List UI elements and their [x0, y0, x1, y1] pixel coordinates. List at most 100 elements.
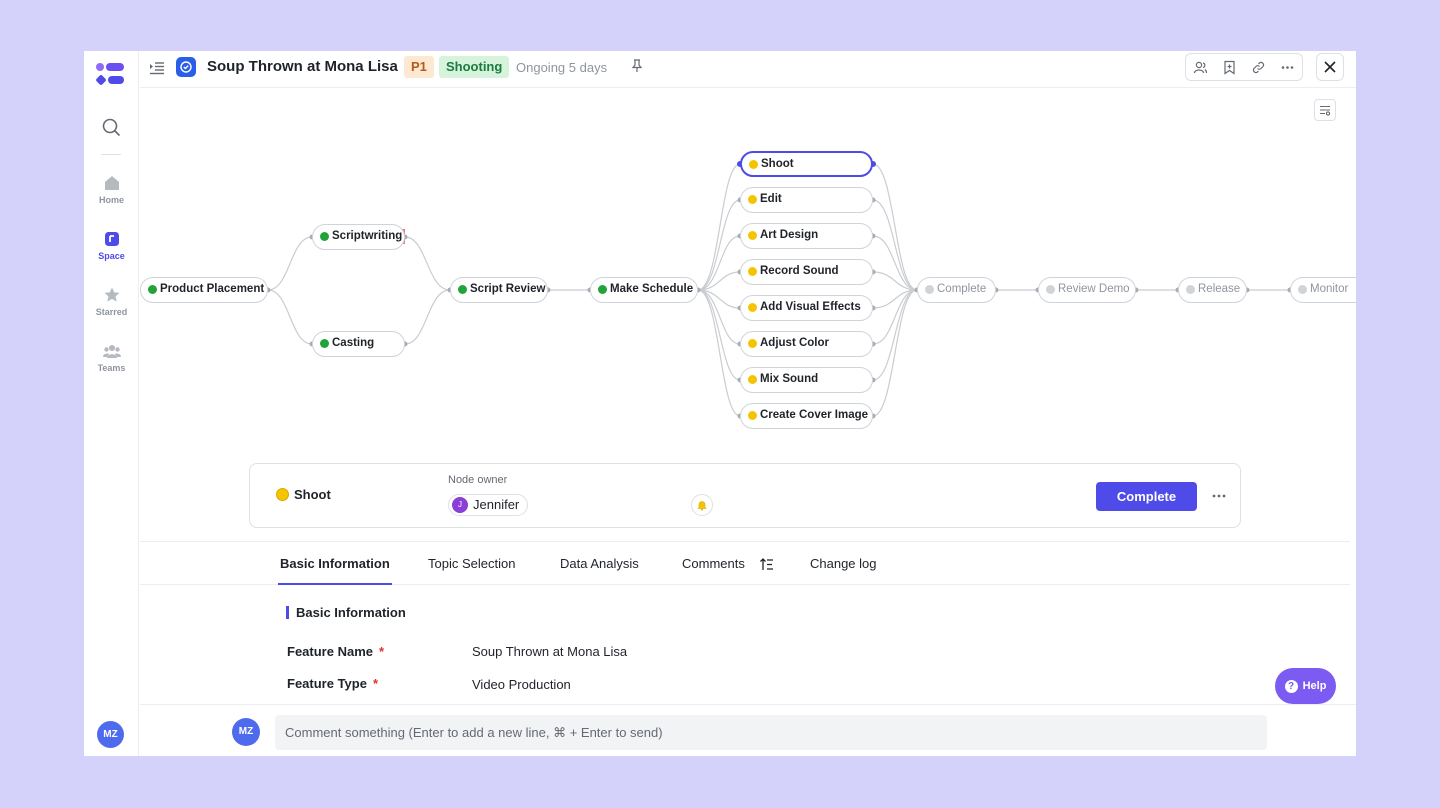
- sidebar-divider: [101, 154, 121, 155]
- space-icon: [104, 232, 119, 246]
- tab-basic-information[interactable]: Basic Information: [280, 556, 390, 571]
- complete-button[interactable]: Complete: [1096, 482, 1197, 511]
- sidebar-item-label: Teams: [97, 363, 126, 373]
- field-label-feature-type: Feature Type *: [287, 676, 378, 691]
- close-button[interactable]: [1316, 53, 1344, 81]
- tab-change-log[interactable]: Change log: [810, 556, 877, 571]
- flow-node-label: Mix Sound: [760, 373, 819, 385]
- tab-comments[interactable]: Comments: [682, 556, 745, 571]
- avatar: MZ: [232, 718, 260, 746]
- avatar: J: [452, 497, 468, 513]
- status-dot: [598, 285, 607, 294]
- flow-node-label: Adjust Color: [760, 337, 829, 349]
- flow-node-adjust-color[interactable]: Adjust Color: [740, 331, 873, 357]
- workflow-graph: Product Placement Scriptwriting Casting …: [140, 89, 1356, 461]
- task-type-icon: [176, 57, 196, 77]
- more-icon[interactable]: [1211, 489, 1227, 503]
- node-owner-chip[interactable]: J Jennifer: [448, 494, 529, 516]
- node-owner-label: Node owner: [448, 474, 508, 486]
- flow-node-label: Add Visual Effects: [760, 301, 861, 313]
- flow-node-complete[interactable]: Complete: [917, 277, 996, 303]
- search-icon[interactable]: [101, 117, 121, 137]
- flow-node-make-schedule[interactable]: Make Schedule: [590, 277, 698, 303]
- priority-badge[interactable]: P1: [404, 56, 434, 78]
- status-dot: [1186, 285, 1195, 294]
- field-value-feature-type[interactable]: Video Production: [472, 677, 571, 692]
- required-marker: *: [378, 644, 385, 659]
- status-dot: [748, 339, 757, 348]
- status-dot: [748, 375, 757, 384]
- flow-node-label: Edit: [760, 193, 782, 205]
- flow-node-create-cover-image[interactable]: Create Cover Image: [740, 403, 873, 429]
- sidebar-item-home[interactable]: Home: [84, 174, 139, 218]
- link-icon: [1252, 61, 1265, 73]
- app-logo[interactable]: [95, 61, 127, 87]
- flow-node-monitor[interactable]: Monitor: [1290, 277, 1356, 303]
- members-button[interactable]: [1186, 54, 1215, 80]
- section-title: Basic Information: [296, 605, 406, 620]
- flow-node-product-placement[interactable]: Product Placement: [140, 277, 268, 303]
- section-marker: [286, 606, 289, 619]
- close-icon: [1324, 61, 1336, 73]
- field-label-text: Feature Type: [287, 676, 367, 691]
- flow-node-review-demo[interactable]: Review Demo: [1038, 277, 1136, 303]
- sidebar-toggle-icon[interactable]: [149, 60, 165, 76]
- members-icon: [1193, 61, 1208, 73]
- status-dot: [320, 232, 329, 241]
- status-dot: [925, 285, 934, 294]
- status-dot: [748, 231, 757, 240]
- flow-node-label: Make Schedule: [610, 283, 694, 295]
- tab-data-analysis[interactable]: Data Analysis: [560, 556, 639, 571]
- status-dot: [458, 285, 467, 294]
- sidebar-item-label: Home: [98, 195, 124, 205]
- flow-node-edit[interactable]: Edit: [740, 187, 873, 213]
- sidebar-item-starred[interactable]: Starred: [84, 286, 139, 330]
- status-dot: [748, 267, 757, 276]
- flow-node-label: Script Review: [470, 283, 546, 295]
- flow-node-scriptwriting[interactable]: Scriptwriting: [312, 224, 405, 250]
- field-value-feature-name[interactable]: Soup Thrown at Mona Lisa: [472, 644, 627, 659]
- sidebar-item-label: Starred: [95, 307, 128, 317]
- tab-topic-selection[interactable]: Topic Selection: [428, 556, 515, 571]
- flow-node-shoot[interactable]: Shoot: [740, 151, 873, 177]
- bell-icon: [697, 501, 707, 511]
- header: Soup Thrown at Mona Lisa P1 Shooting Ong…: [140, 51, 1356, 88]
- sidebar-item-teams[interactable]: Teams: [84, 342, 139, 386]
- flow-node-mix-sound[interactable]: Mix Sound: [740, 367, 873, 393]
- sidebar: Home Space Starred Teams MZ: [84, 51, 139, 756]
- flow-node-record-sound[interactable]: Record Sound: [740, 259, 873, 285]
- detail-tabs: Basic Information Topic Selection Data A…: [140, 541, 1350, 585]
- pin-icon[interactable]: [630, 59, 644, 73]
- help-button[interactable]: ? Help: [1275, 668, 1336, 704]
- help-icon: ?: [1284, 679, 1298, 693]
- flow-node-label: Art Design: [760, 229, 819, 241]
- stage-badge[interactable]: Shooting: [439, 56, 510, 78]
- sort-icon[interactable]: [760, 558, 774, 571]
- status-dot: [276, 488, 289, 501]
- app-window: Home Space Starred Teams MZ Soup Thrown …: [84, 51, 1356, 756]
- bookmark-button[interactable]: [1215, 54, 1244, 80]
- avatar[interactable]: MZ: [97, 721, 124, 748]
- comment-input[interactable]: [275, 715, 1267, 750]
- node-name: Shoot: [294, 487, 331, 502]
- node-detail-panel: Shoot Node owner J Jennifer Complete: [249, 463, 1241, 528]
- field-label-feature-name: Feature Name *: [287, 644, 384, 659]
- sidebar-item-space[interactable]: Space: [84, 230, 139, 274]
- flow-node-release[interactable]: Release: [1178, 277, 1247, 303]
- flow-node-add-visual-effects[interactable]: Add Visual Effects: [740, 295, 873, 321]
- flow-node-art-design[interactable]: Art Design: [740, 223, 873, 249]
- status-dot: [148, 285, 157, 294]
- copy-link-button[interactable]: [1244, 54, 1273, 80]
- more-button[interactable]: [1273, 54, 1302, 80]
- field-label-text: Feature Name: [287, 644, 373, 659]
- flow-node-label: Complete: [937, 283, 987, 295]
- status-dot: [748, 303, 757, 312]
- sidebar-item-label: Space: [98, 251, 125, 261]
- status-dot: [749, 160, 758, 169]
- notify-button[interactable]: [691, 494, 713, 516]
- flow-node-label: Scriptwriting: [332, 230, 403, 242]
- flow-node-casting[interactable]: Casting: [312, 331, 405, 357]
- flow-node-label: Monitor: [1310, 283, 1349, 295]
- active-tab-indicator: [278, 583, 392, 585]
- flow-node-script-review[interactable]: Script Review: [450, 277, 548, 303]
